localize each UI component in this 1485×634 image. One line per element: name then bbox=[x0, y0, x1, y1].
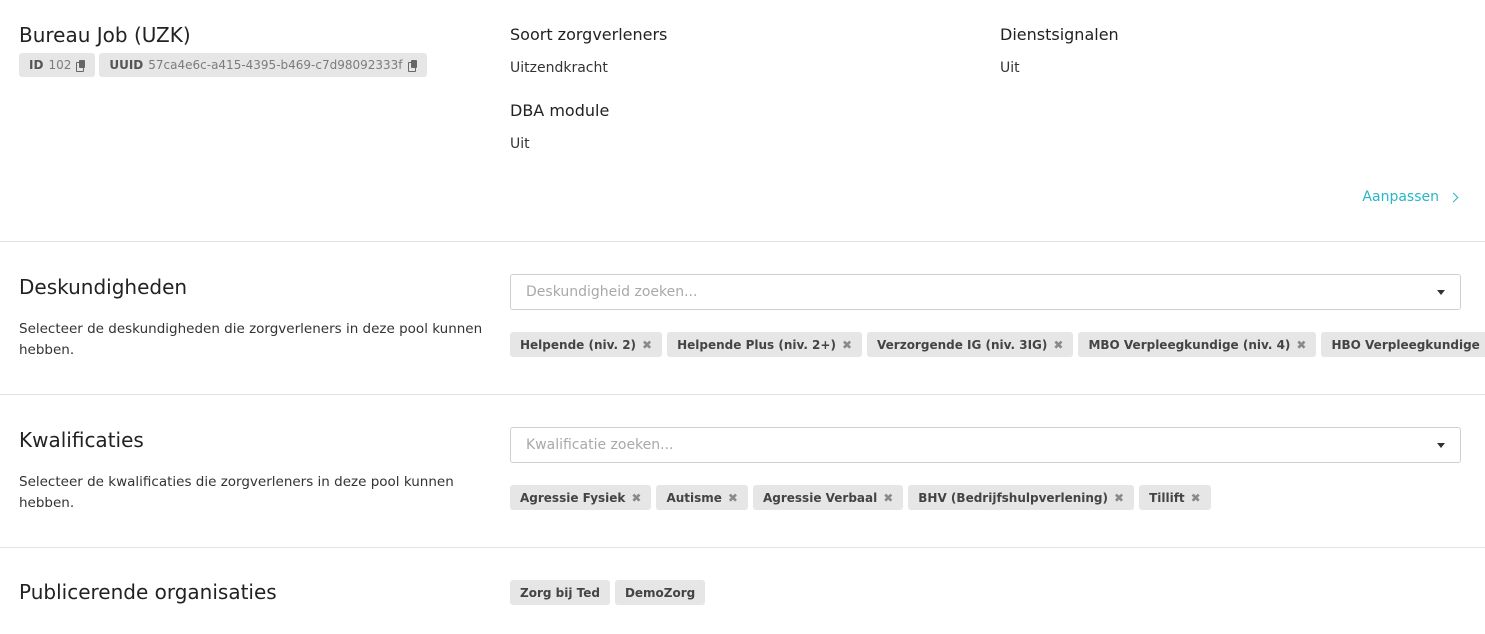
publicerende-organisaties-title: Publicerende organisaties bbox=[19, 580, 277, 604]
deskundigheden-title: Deskundigheden bbox=[19, 275, 188, 299]
tag-label: DemoZorg bbox=[624, 585, 696, 600]
deskundigheid-tag: HBO Verpleegkundige (niv. 5)✖ bbox=[1321, 332, 1485, 357]
deskundigheid-search-placeholder: Deskundigheid zoeken... bbox=[526, 284, 698, 300]
tag-label: Tillift bbox=[1149, 490, 1185, 505]
kwalificatie-search-select[interactable]: Kwalificatie zoeken... bbox=[510, 427, 1461, 463]
kwalificaties-tags: Agressie Fysiek ✖ Autisme ✖ Agressie Verba… bbox=[510, 485, 1211, 510]
kwalificatie-tag: Tillift ✖ bbox=[1139, 485, 1211, 510]
id-badge[interactable]: ID 102 bbox=[19, 53, 96, 77]
remove-icon[interactable]: ✖ bbox=[642, 339, 652, 351]
edit-link-label: Aanpassen bbox=[1362, 189, 1439, 205]
pool-details-section: Bureau Job (UZK) ID 102 UUID 57ca4e6c-a4… bbox=[0, 0, 1485, 242]
remove-icon[interactable]: ✖ bbox=[1053, 339, 1063, 351]
deskundigheid-search-select[interactable]: Deskundigheid zoeken... bbox=[510, 274, 1461, 310]
remove-icon[interactable]: ✖ bbox=[1114, 492, 1124, 504]
remove-icon[interactable]: ✖ bbox=[842, 339, 852, 351]
chevron-right-icon bbox=[1448, 192, 1459, 202]
kwalificatie-tag: BHV (Bedrijfshulpverlening) ✖ bbox=[908, 485, 1135, 510]
kwalificaties-title: Kwalificaties bbox=[19, 428, 144, 452]
deskundigheid-tag: Verzorgende IG (niv. 3IG) ✖ bbox=[867, 332, 1074, 357]
copy-icon[interactable] bbox=[407, 59, 417, 72]
tag-label: Helpende Plus (niv. 2+) bbox=[677, 337, 836, 352]
kwalificaties-description: Selecteer de kwalificaties die zorgverle… bbox=[19, 474, 454, 511]
tag-label: MBO Verpleegkundige (niv. 4) bbox=[1088, 337, 1291, 352]
dienstsignalen-value: Uit bbox=[1000, 60, 1020, 76]
soort-zorgverleners-value: Uitzendkracht bbox=[510, 60, 608, 76]
tag-label: Helpende (niv. 2) bbox=[520, 337, 637, 352]
kwalificatie-tag: Autisme ✖ bbox=[656, 485, 748, 510]
deskundigheid-tag: MBO Verpleegkundige (niv. 4) ✖ bbox=[1078, 332, 1317, 357]
id-badges: ID 102 UUID 57ca4e6c-a415-4395-b469-c7d9… bbox=[19, 53, 427, 77]
publicerende-organisaties-tags: Zorg bij Ted DemoZorg bbox=[510, 580, 706, 605]
deskundigheid-tag: Helpende Plus (niv. 2+) ✖ bbox=[667, 332, 863, 357]
tag-label: Agressie Fysiek bbox=[520, 490, 626, 505]
organisatie-tag: DemoZorg bbox=[614, 580, 706, 605]
tag-label: HBO Verpleegkundige (niv. 5) bbox=[1331, 337, 1485, 352]
organisatie-tag: Zorg bij Ted bbox=[510, 580, 610, 605]
kwalificatie-search-placeholder: Kwalificatie zoeken... bbox=[526, 437, 674, 453]
kwalificatie-tag: Agressie Fysiek ✖ bbox=[510, 485, 652, 510]
dba-module-label: DBA module bbox=[510, 101, 610, 120]
deskundigheden-description: Selecteer de deskundigheden die zorgverl… bbox=[19, 321, 483, 358]
remove-icon[interactable]: ✖ bbox=[728, 492, 738, 504]
uuid-badge-label: UUID bbox=[109, 58, 144, 72]
dba-module-value: Uit bbox=[510, 136, 530, 152]
publicerende-organisaties-section: Publicerende organisaties Zorg bij Ted D… bbox=[0, 548, 1485, 634]
dienstsignalen-label: Dienstsignalen bbox=[1000, 25, 1119, 44]
deskundigheid-tag: Helpende (niv. 2) ✖ bbox=[510, 332, 663, 357]
kwalificatie-tag: Agressie Verbaal ✖ bbox=[752, 485, 904, 510]
soort-zorgverleners-label: Soort zorgverleners bbox=[510, 25, 668, 44]
tag-label: Autisme bbox=[666, 490, 722, 505]
edit-link[interactable]: Aanpassen bbox=[1362, 189, 1459, 205]
tag-label: Agressie Verbaal bbox=[762, 490, 878, 505]
caret-down-icon[interactable] bbox=[1437, 289, 1445, 295]
remove-icon[interactable]: ✖ bbox=[1191, 492, 1201, 504]
tag-label: BHV (Bedrijfshulpverlening) bbox=[918, 490, 1108, 505]
kwalificaties-section: Kwalificaties Selecteer de kwalificaties… bbox=[0, 395, 1485, 548]
uuid-badge-value: 57ca4e6c-a415-4395-b469-c7d98092333f bbox=[148, 58, 403, 72]
copy-icon[interactable] bbox=[76, 59, 86, 72]
remove-icon[interactable]: ✖ bbox=[883, 492, 893, 504]
caret-down-icon[interactable] bbox=[1437, 442, 1445, 448]
id-badge-value: 102 bbox=[48, 58, 72, 72]
deskundigheden-tags: Helpende (niv. 2) ✖ Helpende Plus (niv. 2… bbox=[510, 332, 1485, 357]
page-title: Bureau Job (UZK) bbox=[19, 23, 191, 47]
remove-icon[interactable]: ✖ bbox=[631, 492, 641, 504]
uuid-badge[interactable]: UUID 57ca4e6c-a415-4395-b469-c7d98092333… bbox=[99, 53, 427, 77]
tag-label: Zorg bij Ted bbox=[520, 585, 600, 600]
deskundigheden-section: Deskundigheden Selecteer de deskundighed… bbox=[0, 242, 1485, 395]
id-badge-label: ID bbox=[29, 58, 44, 72]
tag-label: Verzorgende IG (niv. 3IG) bbox=[877, 337, 1048, 352]
remove-icon[interactable]: ✖ bbox=[1296, 339, 1306, 351]
